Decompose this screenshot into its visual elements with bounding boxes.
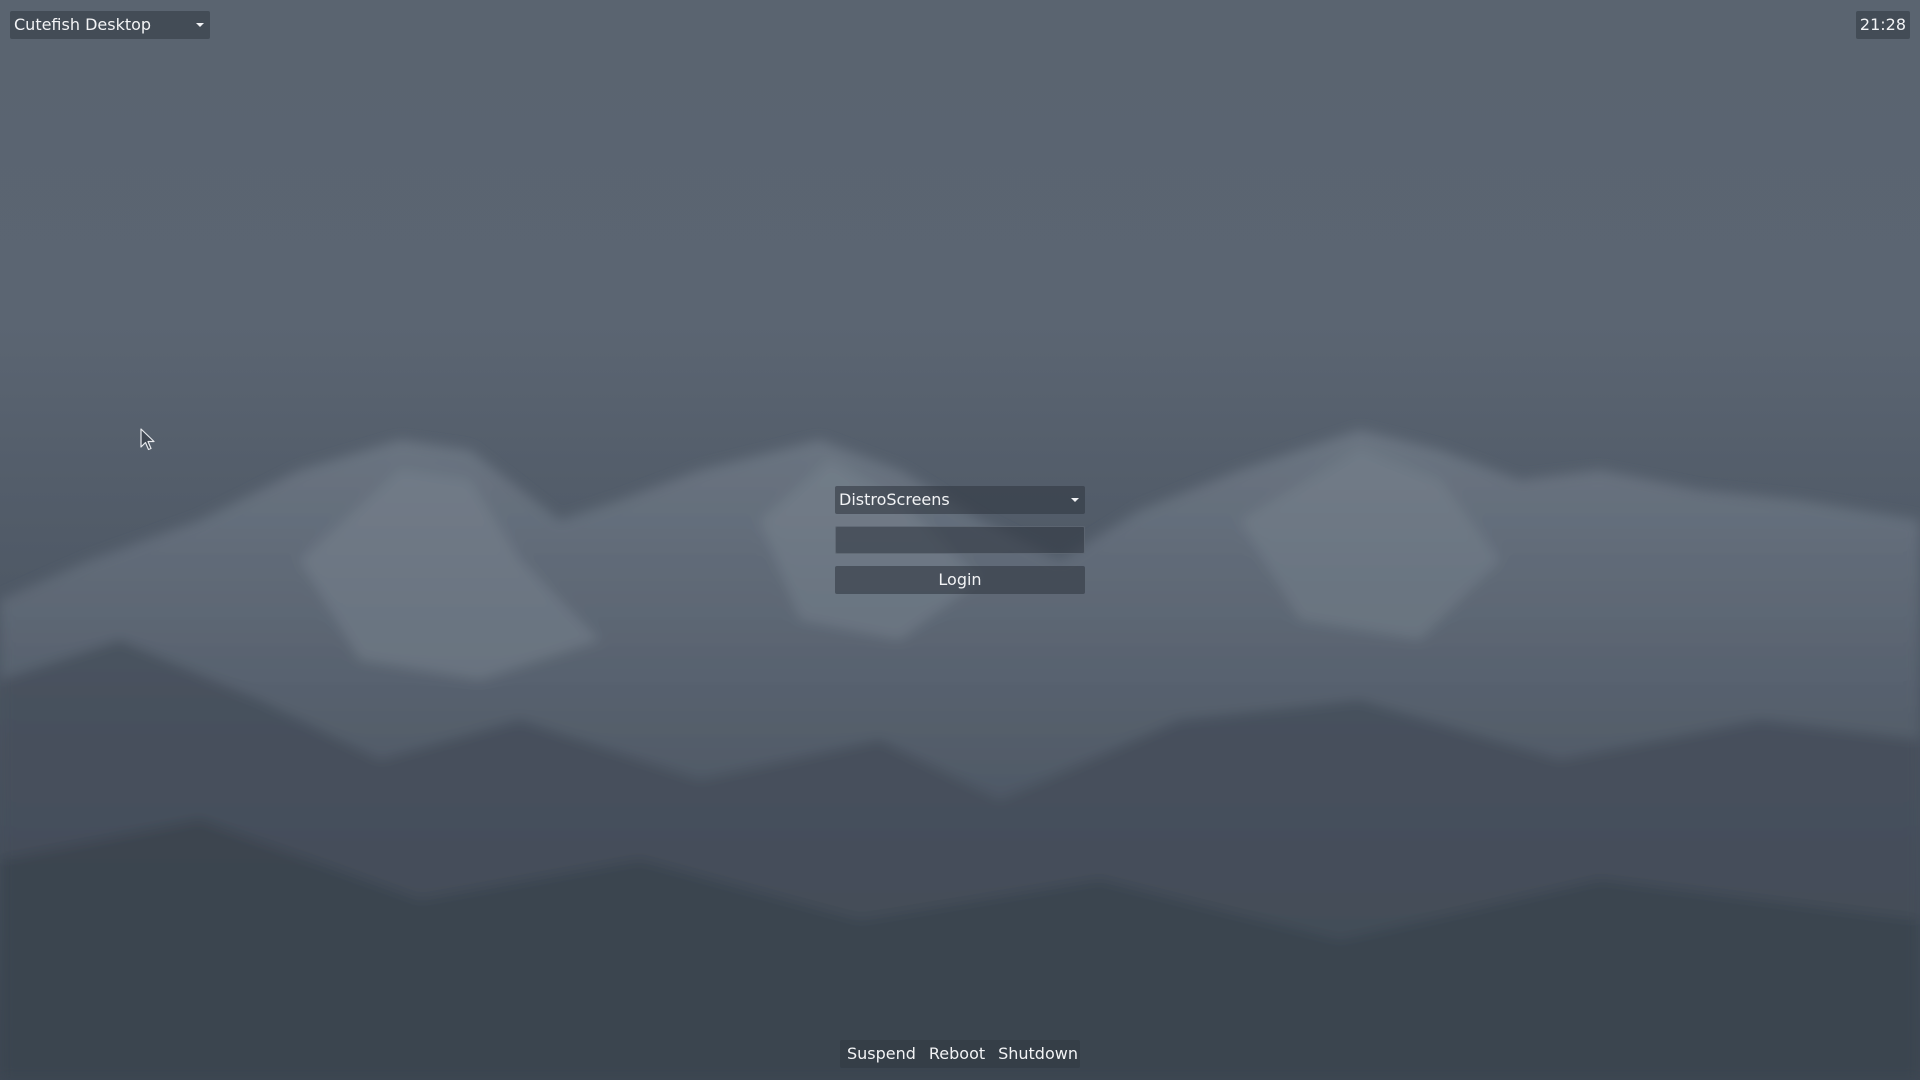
chevron-down-icon — [196, 23, 204, 27]
mouse-pointer-icon — [140, 428, 155, 451]
login-screen: Cutefish Desktop 21:28 DistroScreens Log… — [0, 0, 1920, 1080]
shutdown-button[interactable]: Shutdown — [998, 1040, 1078, 1068]
reboot-button[interactable]: Reboot — [929, 1040, 985, 1068]
login-panel: DistroScreens Login — [835, 486, 1085, 594]
power-bar: Suspend Reboot Shutdown — [840, 1040, 1080, 1068]
clock: 21:28 — [1855, 11, 1910, 39]
suspend-button[interactable]: Suspend — [847, 1040, 916, 1068]
password-field[interactable] — [835, 526, 1085, 554]
chevron-down-icon — [1071, 498, 1079, 502]
user-dropdown-value: DistroScreens — [839, 490, 950, 509]
session-dropdown-value: Cutefish Desktop — [14, 15, 152, 34]
user-dropdown[interactable]: DistroScreens — [835, 486, 1085, 514]
session-dropdown[interactable]: Cutefish Desktop — [10, 11, 210, 39]
login-button[interactable]: Login — [835, 566, 1085, 594]
